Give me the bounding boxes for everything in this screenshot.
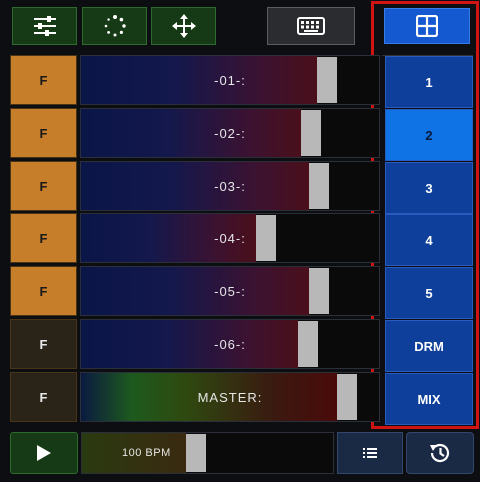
track-name: -06-: bbox=[214, 336, 246, 352]
f-button[interactable]: F bbox=[10, 266, 77, 316]
mixer-settings-button[interactable] bbox=[12, 7, 77, 45]
tempo-label: 100 BPM bbox=[122, 447, 171, 459]
track-fader[interactable]: -05-: bbox=[80, 266, 380, 316]
track-name: -05-: bbox=[214, 283, 246, 299]
track-fader[interactable]: -06-: bbox=[80, 319, 380, 369]
keyboard-icon bbox=[297, 17, 325, 35]
track-fader[interactable]: -01-: bbox=[80, 55, 380, 105]
list-icon bbox=[363, 448, 377, 458]
list-button[interactable] bbox=[337, 432, 403, 474]
track-fader[interactable]: -04-: bbox=[80, 213, 380, 263]
master-fader[interactable]: MASTER: bbox=[80, 372, 380, 422]
move-arrows-icon bbox=[171, 14, 196, 38]
play-icon bbox=[37, 445, 51, 461]
tempo-slider-handle[interactable] bbox=[186, 434, 206, 472]
spinner-icon bbox=[104, 15, 126, 37]
fader-handle[interactable] bbox=[256, 215, 276, 261]
page-button-5[interactable]: 5 bbox=[385, 267, 473, 319]
fader-handle[interactable] bbox=[317, 57, 337, 103]
f-button[interactable]: F bbox=[10, 108, 77, 158]
page-button-3[interactable]: 3 bbox=[385, 162, 473, 214]
f-button[interactable]: F bbox=[10, 55, 77, 105]
fader-handle[interactable] bbox=[309, 268, 329, 314]
track-name: -04-: bbox=[214, 230, 246, 246]
history-button[interactable] bbox=[406, 432, 474, 474]
fader-handle[interactable] bbox=[337, 374, 357, 420]
loading-button[interactable] bbox=[82, 7, 147, 45]
page-button-4[interactable]: 4 bbox=[385, 214, 473, 266]
page-button-2[interactable]: 2 bbox=[385, 109, 473, 161]
move-button[interactable] bbox=[151, 7, 216, 45]
keyboard-button[interactable] bbox=[267, 7, 355, 45]
f-button[interactable]: F bbox=[10, 319, 77, 369]
play-button[interactable] bbox=[10, 432, 78, 474]
fader-handle[interactable] bbox=[309, 163, 329, 209]
grid-icon bbox=[416, 15, 438, 37]
f-button[interactable]: F bbox=[10, 372, 77, 422]
page-button-drm[interactable]: DRM bbox=[385, 320, 473, 372]
tempo-slider[interactable]: 100 BPM bbox=[81, 432, 334, 474]
track-fader[interactable]: -03-: bbox=[80, 161, 380, 211]
fader-handle[interactable] bbox=[298, 321, 318, 367]
f-button[interactable]: F bbox=[10, 213, 77, 263]
fader-handle[interactable] bbox=[301, 110, 321, 156]
sliders-icon bbox=[33, 16, 56, 36]
page-button-mix[interactable]: MIX bbox=[385, 373, 473, 425]
track-name: MASTER: bbox=[197, 389, 263, 405]
grid-view-button[interactable] bbox=[384, 8, 470, 44]
page-button-1[interactable]: 1 bbox=[385, 56, 473, 108]
track-name: -02-: bbox=[214, 125, 246, 141]
f-button[interactable]: F bbox=[10, 161, 77, 211]
history-icon bbox=[430, 443, 450, 463]
track-fader[interactable]: -02-: bbox=[80, 108, 380, 158]
track-name: -03-: bbox=[214, 178, 246, 194]
